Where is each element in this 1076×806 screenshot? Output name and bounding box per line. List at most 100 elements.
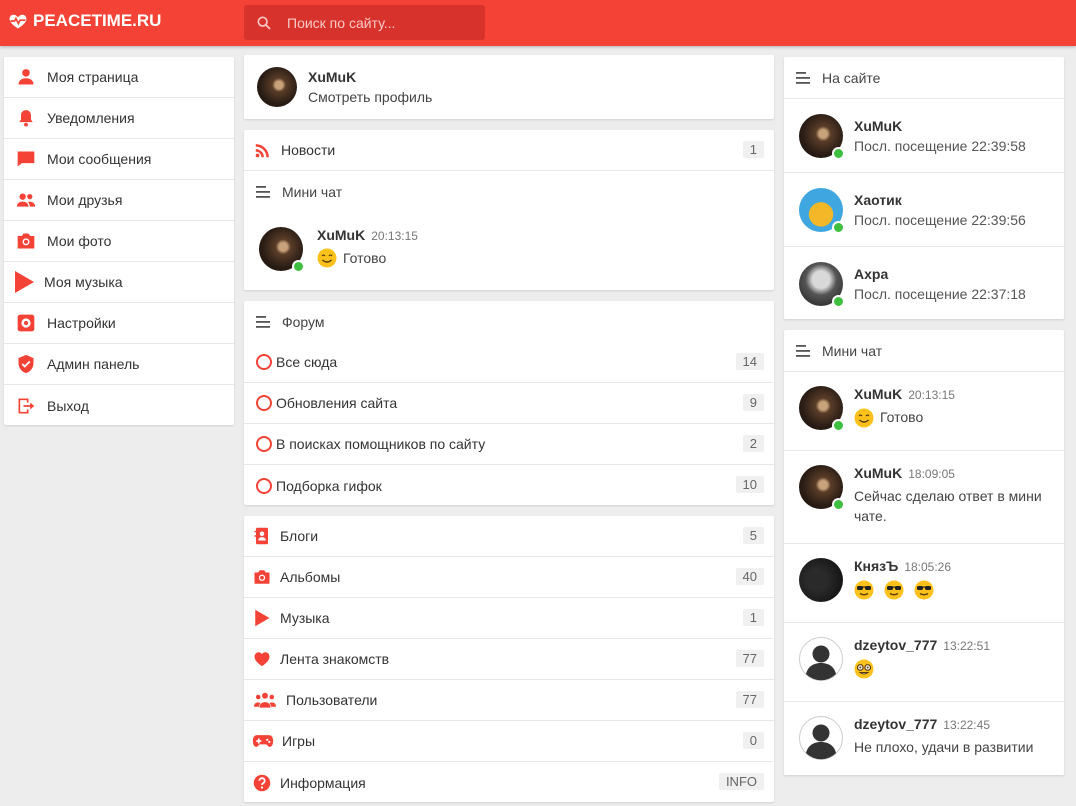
menu-item-label: Админ панель — [47, 356, 140, 372]
menu-item-music[interactable]: Моя музыка — [4, 262, 234, 303]
category-label: Игры — [282, 733, 316, 749]
online-indicator — [832, 146, 845, 160]
forum-item[interactable]: В поисках помощников по сайту 2 — [244, 424, 774, 465]
menu-item-photos[interactable]: Мои фото — [4, 221, 234, 262]
forum-item-count: 9 — [742, 394, 764, 411]
question-icon — [253, 774, 271, 791]
category-item-users[interactable]: Пользователи 77 — [244, 680, 774, 721]
category-label: Пользователи — [286, 692, 378, 708]
forum-header: Форум — [244, 301, 774, 342]
forum-item[interactable]: Все сюда 14 — [244, 342, 774, 383]
chat-text-emojis — [854, 579, 951, 600]
sunglasses-emoji-icon — [884, 580, 904, 600]
forum-item-count: 10 — [735, 476, 764, 493]
forum-item-label: Обновления сайта — [276, 395, 398, 411]
forum-item[interactable]: Обновления сайта 9 — [244, 383, 774, 424]
smile-emoji-icon — [317, 248, 337, 268]
avatar[interactable] — [799, 716, 843, 760]
main-menu: Моя страница Уведомления Мои сообщения М… — [4, 57, 234, 425]
user-name[interactable]: XuMuK — [854, 118, 1026, 134]
online-user[interactable]: Хаотик Посл. посещение 22:39:56 — [784, 172, 1064, 246]
chat-text: Сейчас сделаю ответ в мини чате. — [854, 488, 1042, 524]
avatar[interactable] — [799, 261, 845, 308]
menu-item-friends[interactable]: Мои друзья — [4, 180, 234, 221]
smile-emoji-icon — [854, 408, 874, 428]
menu-item-messages[interactable]: Мои сообщения — [4, 139, 234, 180]
online-user[interactable]: Axpa Посл. посещение 22:37:18 — [784, 246, 1064, 320]
forum-item-count: 14 — [735, 353, 764, 370]
chat-time: 18:05:26 — [904, 560, 952, 574]
user-name[interactable]: Axpa — [854, 266, 1026, 282]
forum-item[interactable]: Подборка гифок 10 — [244, 465, 774, 506]
camera-icon — [254, 570, 270, 584]
avatar[interactable] — [799, 558, 843, 602]
category-item-info[interactable]: Информация INFO — [244, 762, 774, 803]
menu-item-admin[interactable]: Админ панель — [4, 344, 234, 385]
category-item-blogs[interactable]: Блоги 5 — [244, 516, 774, 557]
forum-item-label: Все сюда — [276, 354, 338, 370]
last-seen: Посл. посещение 22:39:58 — [854, 137, 1026, 154]
category-count: 77 — [735, 691, 764, 708]
logout-icon — [18, 398, 34, 413]
chat-time: 20:13:15 — [908, 388, 955, 402]
chat-time: 18:09:05 — [908, 467, 955, 481]
view-profile-link[interactable]: Смотреть профиль — [308, 89, 432, 105]
avatar[interactable] — [799, 113, 845, 160]
online-indicator — [832, 220, 845, 234]
chat-user[interactable]: XuMuK — [317, 227, 365, 243]
menu-item-settings[interactable]: Настройки — [4, 303, 234, 344]
default-avatar-icon — [799, 716, 843, 760]
sunglasses-emoji-icon — [914, 580, 934, 600]
menu-item-notifications[interactable]: Уведомления — [4, 98, 234, 139]
online-title: На сайте — [822, 69, 881, 86]
avatar[interactable] — [259, 227, 305, 273]
news-label: Новости — [281, 142, 336, 158]
categories-card: Блоги 5 Альбомы 40 Музыка 1 Лента знаком… — [244, 516, 774, 802]
heart-icon — [254, 652, 270, 667]
profile-name[interactable]: XuMuK — [308, 69, 432, 85]
menu-item-label: Моя страница — [47, 69, 139, 85]
avatar[interactable] — [799, 637, 843, 681]
minichat-side-title: Мини чат — [822, 342, 883, 359]
category-item-albums[interactable]: Альбомы 40 — [244, 557, 774, 598]
avatar[interactable] — [799, 465, 845, 511]
chat-user[interactable]: XuMuK — [854, 386, 902, 402]
camera-icon — [17, 233, 34, 249]
avatar[interactable] — [799, 386, 845, 432]
search-input[interactable] — [287, 14, 477, 31]
minichat-title: Мини чат — [282, 183, 343, 200]
avatar[interactable] — [257, 67, 297, 107]
chat-user[interactable]: XuMuK — [854, 465, 902, 481]
chat-user[interactable]: КнязЪ — [854, 558, 898, 574]
chat-text: Готово — [880, 409, 924, 425]
site-logo[interactable]: PEACETIME.RU — [8, 11, 161, 31]
category-item-music[interactable]: Музыка 1 — [244, 598, 774, 639]
gamepad-icon — [252, 735, 274, 747]
category-item-dating[interactable]: Лента знакомств 77 — [244, 639, 774, 680]
users-icon — [254, 692, 276, 708]
avatar[interactable] — [799, 187, 845, 234]
top-bar: PEACETIME.RU — [0, 0, 1076, 46]
chat-icon — [17, 151, 34, 167]
user-name[interactable]: Хаотик — [854, 192, 1026, 208]
play-icon — [15, 271, 34, 293]
category-item-games[interactable]: Игры 0 — [244, 721, 774, 762]
person-icon — [18, 69, 33, 85]
online-indicator — [832, 419, 845, 432]
forum-item-label: Подборка гифок — [276, 477, 382, 494]
last-seen: Посл. посещение 22:37:18 — [854, 285, 1026, 302]
chat-user[interactable]: dzeytov_777 — [854, 637, 937, 653]
bell-icon — [18, 110, 33, 127]
online-users-card: На сайте XuMuK Посл. посещение 22:39:58 … — [784, 57, 1064, 319]
menu-item-label: Уведомления — [47, 110, 135, 126]
online-user[interactable]: XuMuK Посл. посещение 22:39:58 — [784, 98, 1064, 172]
chat-user[interactable]: dzeytov_777 — [854, 716, 937, 732]
site-name: PEACETIME.RU — [33, 11, 162, 30]
news-row[interactable]: Новости 1 — [244, 130, 774, 171]
menu-item-logout[interactable]: Выход — [4, 385, 234, 426]
category-count: 5 — [742, 527, 764, 544]
forum-card: Форум Все сюда 14 Обновления сайта 9 В п… — [244, 301, 774, 505]
lines-icon — [256, 315, 270, 328]
menu-item-my-page[interactable]: Моя страница — [4, 57, 234, 98]
sunglasses-emoji-icon — [854, 580, 874, 600]
